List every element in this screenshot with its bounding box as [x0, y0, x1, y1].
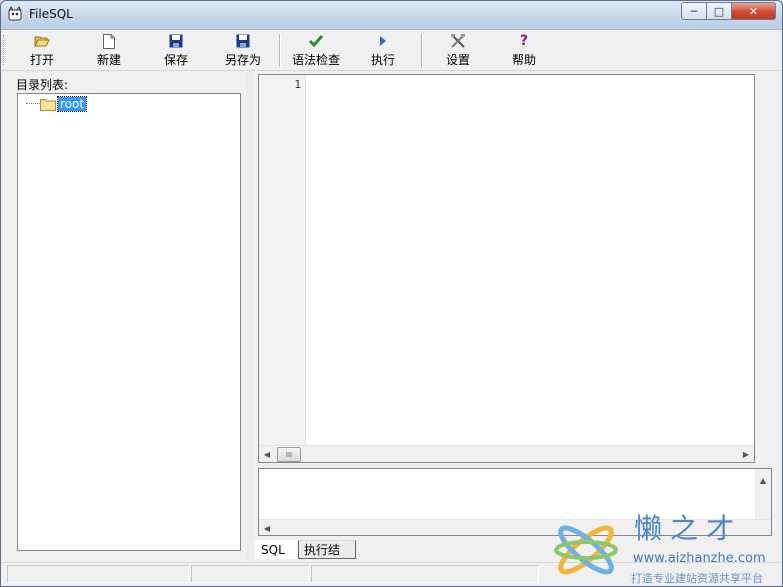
watermark-slogan: 打造专业建站资源共享平台 — [631, 572, 763, 585]
maximize-icon: □ — [713, 4, 725, 18]
help-icon: ? — [519, 33, 529, 49]
run-arrow-icon — [375, 33, 391, 49]
open-label: 打开 — [29, 53, 54, 67]
status-panel — [7, 565, 189, 583]
execute-button[interactable]: 执行 — [370, 33, 396, 69]
tools-icon — [450, 33, 466, 49]
toolbar-separator — [421, 34, 423, 67]
save-as-button[interactable]: 另存为 — [224, 33, 262, 69]
minimize-icon: ─ — [690, 4, 698, 18]
save-as-label: 另存为 — [224, 53, 261, 67]
maximize-button[interactable]: □ — [707, 2, 732, 20]
toolbar: 打开 新建 保存 另存为 语法检查 执行 设置 ? 帮助 — [1, 30, 782, 71]
scrollbar-thumb[interactable]: III — [277, 447, 301, 462]
tree-item-root[interactable]: root — [56, 96, 88, 112]
scroll-up-icon[interactable]: ▲ — [755, 472, 771, 488]
close-icon: ✕ — [748, 4, 759, 18]
directory-list-label: 目录列表: — [16, 78, 69, 92]
filesql-window: FileSQL ─ □ ✕ 打开 新建 保存 另存为 语法检查 执行 设置 ? … — [0, 0, 783, 587]
check-icon — [308, 33, 324, 49]
help-button[interactable]: ? 帮助 — [511, 33, 537, 69]
execute-label: 执行 — [370, 53, 395, 67]
window-title: FileSQL — [29, 7, 73, 21]
toolbar-separator — [279, 34, 281, 67]
app-icon — [8, 6, 22, 21]
save-icon — [168, 33, 184, 49]
tree-connector — [26, 103, 40, 104]
settings-label: 设置 — [445, 53, 470, 67]
syntax-check-button[interactable]: 语法检查 — [291, 33, 341, 69]
line-number-gutter: 1 — [259, 75, 306, 447]
new-file-icon — [101, 33, 117, 49]
line-number: 1 — [294, 78, 301, 91]
editor-horizontal-scrollbar[interactable]: ◀ III ▶ — [259, 445, 754, 462]
directory-tree[interactable]: root — [17, 93, 241, 551]
status-panel — [311, 565, 539, 583]
editor-side-strip — [755, 74, 772, 463]
sql-editor[interactable]: 1 ◀ III ▶ — [258, 74, 755, 463]
settings-button[interactable]: 设置 — [445, 33, 471, 69]
syntax-check-label: 语法检查 — [291, 53, 340, 67]
watermark-brand: 懒之才 — [634, 512, 743, 545]
watermark-url: www.aizhanzhe.com — [633, 551, 766, 566]
scroll-left-icon[interactable]: ◀ — [259, 520, 275, 536]
open-button[interactable]: 打开 — [29, 33, 55, 69]
tab-sql[interactable]: SQL — [255, 540, 297, 559]
scroll-right-icon[interactable]: ▶ — [738, 446, 754, 462]
vertical-splitter[interactable] — [247, 71, 253, 561]
watermark-logo — [554, 525, 618, 575]
close-button[interactable]: ✕ — [732, 2, 776, 20]
window-controls: ─ □ ✕ — [681, 2, 776, 20]
status-panel — [191, 565, 309, 583]
save-label: 保存 — [163, 53, 188, 67]
new-button[interactable]: 新建 — [96, 33, 122, 69]
help-label: 帮助 — [511, 53, 536, 67]
folder-icon — [40, 99, 56, 111]
new-label: 新建 — [96, 53, 121, 67]
save-button[interactable]: 保存 — [163, 33, 189, 69]
minimize-button[interactable]: ─ — [681, 2, 707, 20]
scroll-left-icon[interactable]: ◀ — [259, 446, 275, 462]
save-as-icon — [235, 33, 251, 49]
title-bar: FileSQL ─ □ ✕ — [1, 1, 782, 30]
open-folder-icon — [34, 33, 50, 49]
toolbar-grip[interactable] — [3, 35, 7, 65]
tab-execution-result[interactable]: 执行结果 — [298, 540, 356, 575]
